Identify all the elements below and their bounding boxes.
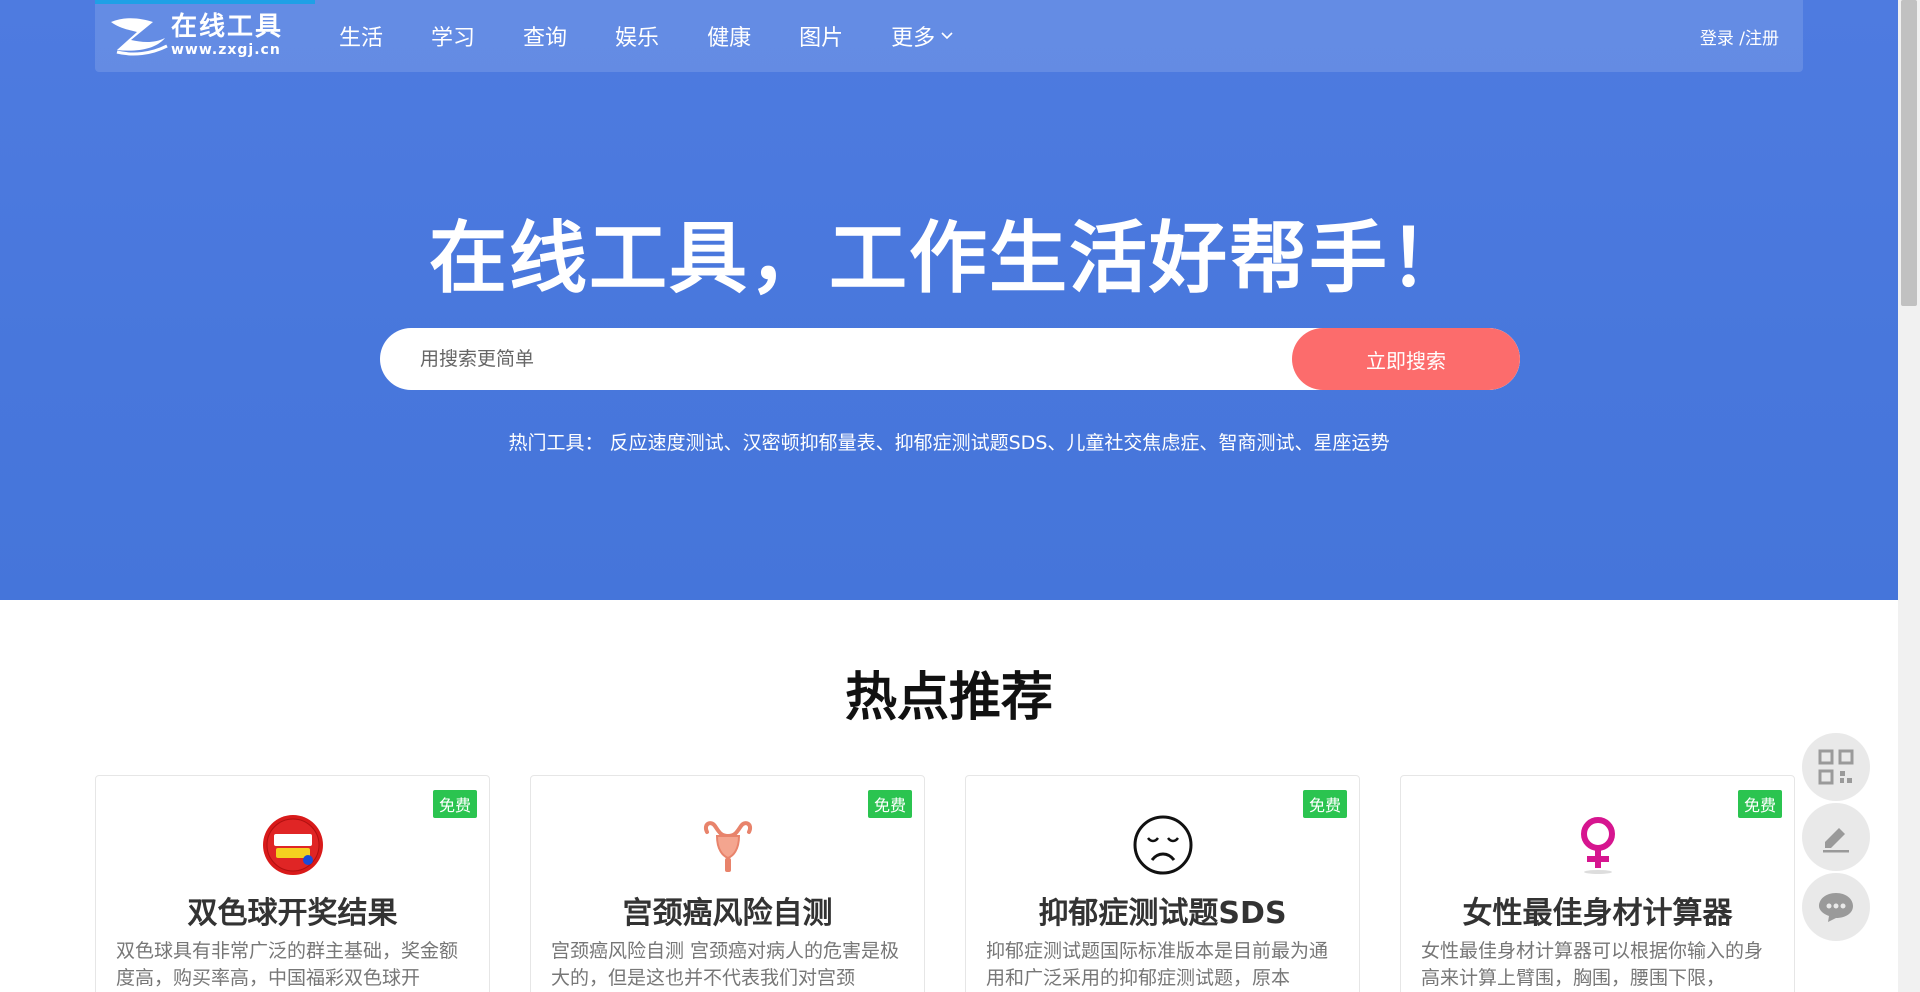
hot-tool-link[interactable]: 汉密顿抑郁量表 bbox=[743, 432, 876, 454]
hot-tool-link[interactable]: 星座运势 bbox=[1313, 432, 1389, 454]
free-badge: 免费 bbox=[867, 790, 912, 818]
chat-icon bbox=[1819, 893, 1853, 922]
card-title: 女性最佳身材计算器 bbox=[1462, 896, 1733, 931]
hot-tools-label: 热门工具： bbox=[508, 432, 604, 454]
page-scrollbar[interactable] bbox=[1898, 0, 1920, 992]
page: 在线工具 www.zxgj.cn 生活 学习 查询 娱乐 健康 图片 更多 登录 bbox=[0, 0, 1920, 992]
card-desc: 双色球具有非常广泛的群主基础，奖金额度高，购买率高，中国福彩双色球开 bbox=[116, 940, 459, 989]
search-button[interactable]: 立即搜索 bbox=[1292, 328, 1520, 390]
nav-item-health[interactable]: 健康 bbox=[707, 20, 751, 52]
recommend-card[interactable]: 免费 女性最佳身材计算器 女性最佳身材计算器可以根据你输入的身高来计算上臂围，胸… bbox=[1400, 775, 1795, 992]
navbar: 在线工具 www.zxgj.cn 生活 学习 查询 娱乐 健康 图片 更多 登录 bbox=[95, 0, 1803, 72]
edit-icon bbox=[1823, 828, 1849, 853]
nav-item-query[interactable]: 查询 bbox=[523, 20, 567, 52]
hot-tool-link[interactable]: 抑郁症测试题SDS bbox=[895, 432, 1048, 454]
sad-face-icon bbox=[1133, 815, 1192, 875]
nav-item-life[interactable]: 生活 bbox=[339, 20, 383, 52]
hot-tool-link[interactable]: 反应速度测试 bbox=[610, 432, 724, 454]
free-badge: 免费 bbox=[432, 790, 477, 818]
card-title: 宫颈癌风险自测 bbox=[622, 896, 833, 931]
scrollbar-thumb[interactable] bbox=[1901, 0, 1917, 306]
qrcode-icon bbox=[1818, 749, 1854, 785]
card-desc: 抑郁症测试题国际标准版本是目前最为通用和广泛采用的抑郁症测试题，原本 bbox=[986, 940, 1329, 989]
hot-tool-link[interactable]: 智商测试 bbox=[1218, 432, 1294, 454]
nav-item-more[interactable]: 更多 bbox=[891, 20, 953, 52]
card-title: 双色球开奖结果 bbox=[187, 896, 398, 931]
logo-icon bbox=[111, 18, 168, 56]
recommend-cards: 免费 双色球开奖结果 双色球具有非常广泛的群主基础，奖金额度高，购买率高，中国福… bbox=[95, 775, 1795, 992]
nav-item-entertainment[interactable]: 娱乐 bbox=[615, 20, 659, 52]
card-desc: 宫颈癌风险自测 宫颈癌对病人的危害是极大的，但是这也并不代表我们对宫颈 bbox=[551, 940, 900, 989]
hero-section: 在线工具 www.zxgj.cn 生活 学习 查询 娱乐 健康 图片 更多 登录 bbox=[0, 0, 1898, 600]
female-symbol-icon bbox=[1580, 817, 1615, 874]
nav-item-images[interactable]: 图片 bbox=[799, 20, 843, 52]
site-logo[interactable]: 在线工具 www.zxgj.cn bbox=[107, 12, 283, 58]
logo-title: 在线工具 bbox=[171, 11, 284, 42]
recommend-card[interactable]: 免费 抑郁症测试题SDS 抑郁症测试题国际标准版本是目前最为通用和广泛采用的抑郁… bbox=[965, 775, 1360, 992]
nav-item-study[interactable]: 学习 bbox=[431, 20, 475, 52]
float-toolbar bbox=[1802, 733, 1870, 943]
free-badge: 免费 bbox=[1302, 790, 1347, 818]
chat-button[interactable] bbox=[1802, 873, 1870, 941]
hot-tools: 热门工具： 反应速度测试、汉密顿抑郁量表、抑郁症测试题SDS、儿童社交焦虑症、智… bbox=[508, 432, 1390, 454]
nav-active-line bbox=[95, 0, 315, 4]
nav-item-more-label: 更多 bbox=[891, 26, 936, 51]
feedback-edit-button[interactable] bbox=[1802, 803, 1870, 871]
chevron-down-icon bbox=[941, 32, 953, 40]
logo-url: www.zxgj.cn bbox=[171, 41, 281, 58]
qrcode-button[interactable] bbox=[1802, 733, 1870, 801]
lottery-ball-icon bbox=[262, 815, 323, 875]
login-register-link[interactable]: 登录 /注册 bbox=[1700, 0, 1779, 72]
logo-text: 在线工具 www.zxgj.cn bbox=[171, 14, 283, 57]
card-title: 抑郁症测试题SDS bbox=[1038, 896, 1287, 931]
card-desc: 女性最佳身材计算器可以根据你输入的身高来计算上臂围，胸围，腰围下限， bbox=[1421, 940, 1764, 989]
recommend-card[interactable]: 免费 双色球开奖结果 双色球具有非常广泛的群主基础，奖金额度高，购买率高，中国福… bbox=[95, 775, 490, 992]
search-input[interactable] bbox=[380, 328, 1292, 390]
free-badge: 免费 bbox=[1737, 790, 1782, 818]
nav-menu: 生活 学习 查询 娱乐 健康 图片 更多 bbox=[339, 0, 1001, 72]
recommend-card[interactable]: 免费 宫颈癌风险自测 宫颈癌风险自测 宫颈癌对病人的危害是极大的，但是这也并不代… bbox=[530, 775, 925, 992]
hot-tool-link[interactable]: 儿童社交焦虑症 bbox=[1066, 432, 1199, 454]
hero-title: 在线工具，工作生活好帮手！ bbox=[428, 214, 1469, 304]
uterus-icon bbox=[703, 821, 752, 872]
search-box: 立即搜索 bbox=[380, 328, 1520, 390]
section-title: 热点推荐 bbox=[844, 668, 1053, 728]
